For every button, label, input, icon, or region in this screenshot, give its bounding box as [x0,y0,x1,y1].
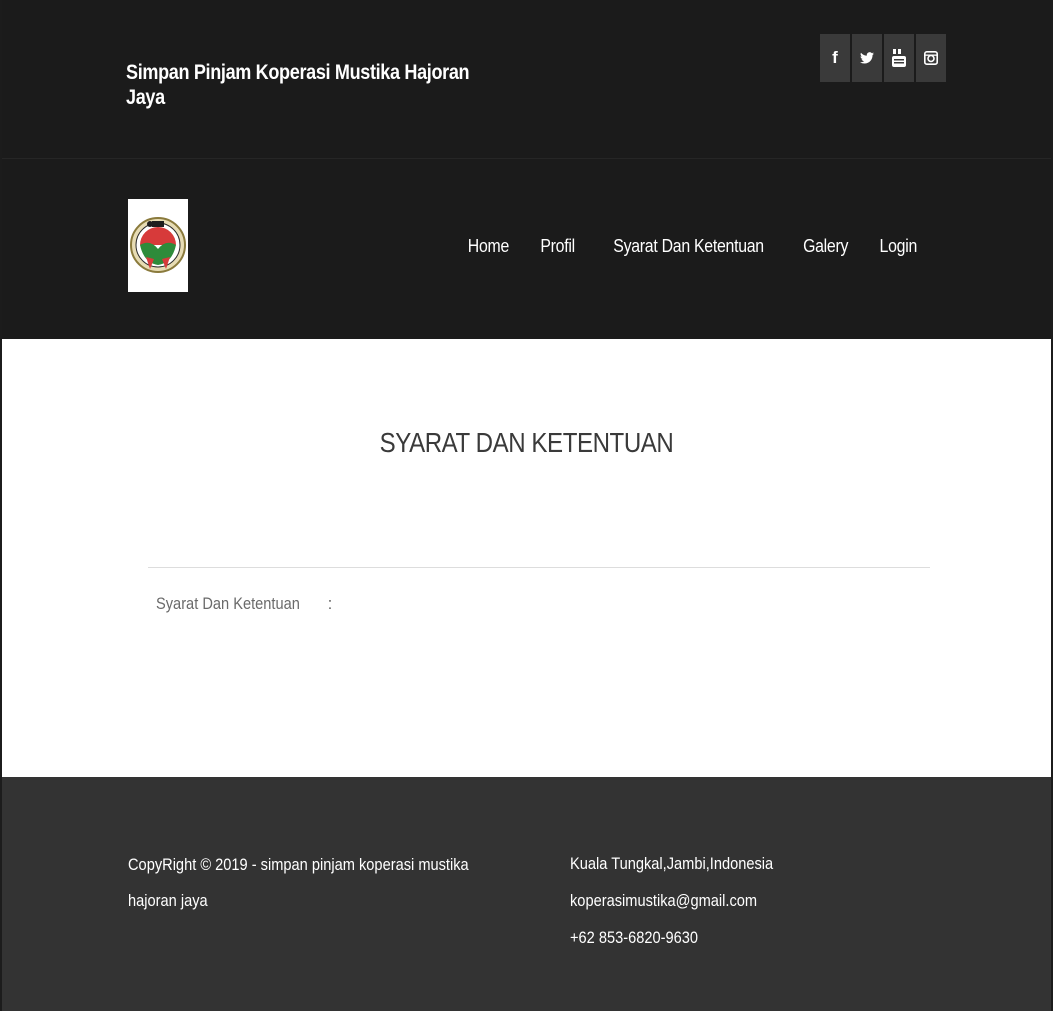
instagram-button[interactable] [916,34,946,82]
twitter-icon [860,52,874,64]
footer-contact: Kuala Tungkal,Jambi,Indonesia koperasimu… [570,845,773,956]
facebook-icon: f [832,48,838,67]
terms-field-label: Syarat Dan Ketentuan [156,594,300,613]
site-footer: CopyRight © 2019 - simpan pinjam koperas… [2,777,1051,1011]
nav-menu: Home Profil Syarat Dan Ketentuan Galery … [452,234,933,258]
terms-field-row: Syarat Dan Ketentuan : [156,594,336,614]
main-content: SYARAT DAN KETENTUAN Syarat Dan Ketentua… [2,339,1051,777]
facebook-button[interactable]: f [820,34,850,82]
footer-copyright: CopyRight © 2019 - simpan pinjam koperas… [128,855,469,910]
page-frame: Simpan Pinjam Koperasi Mustika Hajoran J… [0,0,1053,1011]
footer-phone[interactable]: +62 853-6820-9630 [570,919,773,956]
footer-email[interactable]: koperasimustika@gmail.com [570,882,773,919]
twitter-button[interactable] [852,34,882,82]
nav-item-login[interactable]: Login [869,234,929,258]
nav-item-home[interactable]: Home [456,234,520,258]
social-links: f [820,34,946,82]
footer-address: Kuala Tungkal,Jambi,Indonesia [570,854,774,873]
nav-item-galery[interactable]: Galery [792,234,860,258]
content-divider [148,567,930,568]
terms-field-separator: : [327,594,333,613]
page-title: SYARAT DAN KETENTUAN [379,427,674,458]
nav-item-syarat-dan-ketentuan[interactable]: Syarat Dan Ketentuan [602,234,775,258]
nav-item-profil[interactable]: Profil [529,234,586,258]
site-title[interactable]: Simpan Pinjam Koperasi Mustika Hajoran J… [126,60,470,110]
instagram-icon [924,51,938,65]
cooperative-logo[interactable] [128,199,188,292]
youtube-icon [892,49,906,67]
main-navbar: Home Profil Syarat Dan Ketentuan Galery … [2,159,1051,339]
top-header: Simpan Pinjam Koperasi Mustika Hajoran J… [2,0,1051,159]
youtube-button[interactable] [884,34,914,82]
logo-emblem-icon [128,199,188,292]
